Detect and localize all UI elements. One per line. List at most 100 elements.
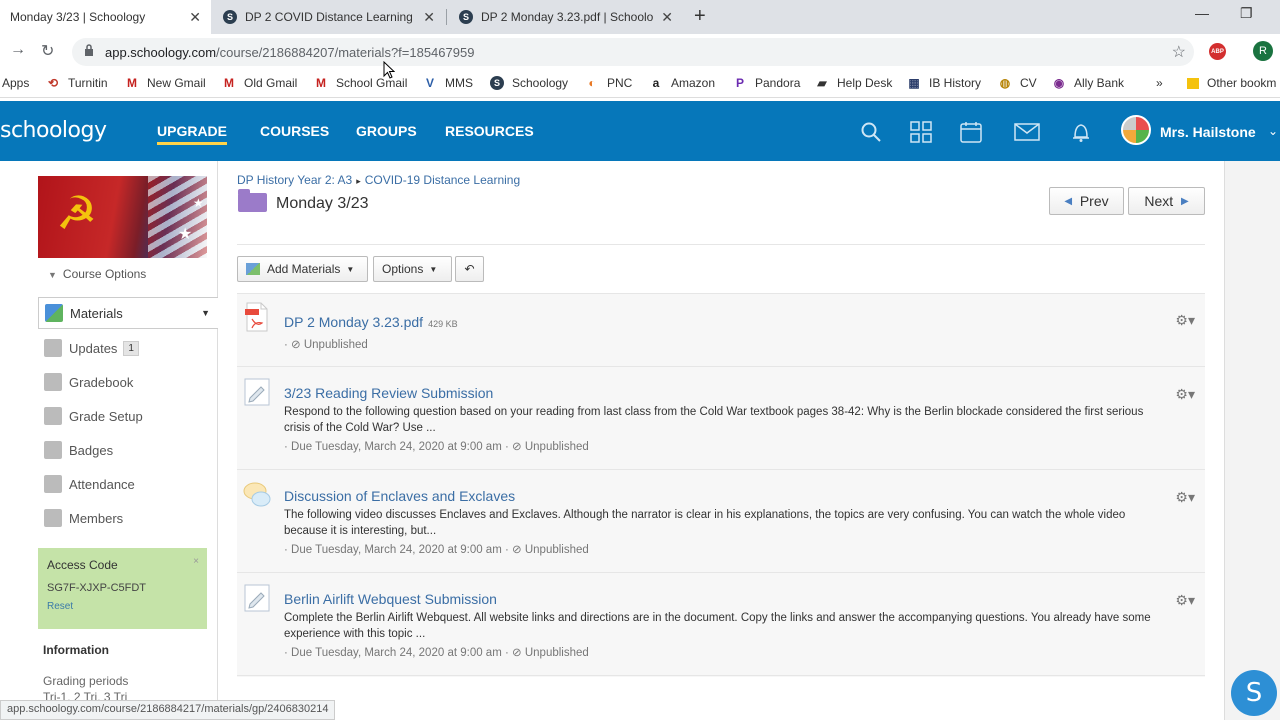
sidebar-item-updates[interactable]: Updates 1	[38, 331, 218, 365]
next-button[interactable]: Next ▶	[1128, 187, 1205, 215]
options-button[interactable]: Options ▼	[373, 256, 452, 282]
breadcrumb-folder-link[interactable]: COVID-19 Distance Learning	[365, 173, 520, 187]
undo-button[interactable]: ↶	[455, 256, 484, 282]
access-code-reset-link[interactable]: Reset	[47, 601, 198, 612]
user-name[interactable]: Mrs. Hailstone	[1160, 124, 1256, 140]
bookmark-new-gmail[interactable]: M New Gmail	[125, 76, 206, 90]
reload-icon[interactable]: ↻	[41, 41, 54, 61]
list-item[interactable]: DP 2 Monday 3.23.pdf 429 KB · ⊘ Unpublish…	[237, 294, 1205, 367]
add-materials-button[interactable]: Add Materials ▼	[237, 256, 368, 282]
gear-icon[interactable]: ⚙▾	[1175, 312, 1195, 329]
adblock-extension-icon[interactable]: ABP	[1209, 43, 1226, 60]
close-icon[interactable]: ×	[193, 556, 199, 567]
bookmark-label: Pandora	[755, 76, 801, 90]
sidebar-item-label: Materials	[70, 305, 123, 321]
nav-upgrade[interactable]: UPGRADE	[157, 123, 228, 145]
sidebar-item-label: Members	[69, 510, 124, 526]
minimize-icon[interactable]: —	[1195, 5, 1209, 21]
material-title-link[interactable]: 3/23 Reading Review Submission	[284, 385, 493, 401]
sidebar-item-gradebook[interactable]: Gradebook	[38, 365, 218, 399]
nav-courses[interactable]: COURSES	[260, 123, 329, 139]
gear-icon[interactable]: ⚙▾	[1175, 592, 1195, 609]
bookmark-label: Schoology	[512, 76, 569, 90]
bookmark-label: Amazon	[671, 76, 716, 90]
close-tab-icon[interactable]: ✕	[661, 9, 673, 26]
close-tab-icon[interactable]: ✕	[423, 9, 435, 26]
tab-covid-distance-learning[interactable]: S DP 2 COVID Distance Learning Ir ✕	[213, 0, 445, 34]
sidebar-item-badges[interactable]: Badges	[38, 433, 218, 467]
sidebar-item-members[interactable]: Members	[38, 501, 218, 535]
material-title-link[interactable]: Discussion of Enclaves and Exclaves	[284, 488, 515, 504]
sidebar-item-materials[interactable]: Materials ▼	[38, 297, 218, 329]
calendar-icon[interactable]	[960, 121, 982, 143]
assignment-icon	[244, 378, 270, 406]
bookmark-ib-history[interactable]: ▦ IB History	[907, 76, 981, 90]
list-item[interactable]: Discussion of Enclaves and Exclaves The …	[237, 470, 1205, 573]
address-bar[interactable]: app.schoology.com/course/2186884207/mate…	[72, 38, 1194, 66]
nav-resources[interactable]: RESOURCES	[445, 123, 534, 139]
user-avatar[interactable]	[1121, 115, 1151, 145]
course-options-menu[interactable]: ▼ Course Options	[48, 267, 146, 281]
nav-groups[interactable]: GROUPS	[356, 123, 417, 139]
sidebar-item-attendance[interactable]: Attendance	[38, 467, 218, 501]
notification-bell-icon[interactable]	[1070, 121, 1092, 143]
tab-title: DP 2 Monday 3.23.pdf | Schoolog	[481, 10, 654, 24]
bookmarks-overflow-icon[interactable]: »	[1156, 76, 1163, 90]
bookmark-star-icon[interactable]: ☆	[1172, 42, 1186, 62]
url-text[interactable]: app.schoology.com/course/2186884207/mate…	[105, 45, 474, 60]
material-meta: · Due Tuesday, March 24, 2020 at 9:00 am…	[284, 441, 589, 453]
sidebar-item-grade-setup[interactable]: Grade Setup	[38, 399, 218, 433]
bookmark-label: Apps	[2, 76, 30, 90]
new-tab-plus-icon[interactable]: +	[694, 5, 706, 28]
tab-monday-323[interactable]: Monday 3/23 | Schoology ✕	[0, 0, 211, 34]
bookmark-apps[interactable]: Apps	[2, 76, 29, 90]
gear-icon[interactable]: ⚙▾	[1175, 386, 1195, 403]
grade-setup-icon	[44, 407, 62, 425]
bookmarks-bar: Apps ⟲ Turnitin M New Gmail M Old Gmail M Sc…	[0, 68, 1280, 98]
search-icon[interactable]	[860, 121, 882, 143]
material-title-link[interactable]: Berlin Airlift Webquest Submission	[284, 591, 497, 607]
mail-icon[interactable]	[1014, 121, 1040, 143]
caret-down-icon[interactable]: ▼	[201, 308, 210, 318]
gear-icon[interactable]: ⚙▾	[1175, 489, 1195, 506]
bookmark-old-gmail[interactable]: M Old Gmail	[222, 76, 297, 90]
user-menu-chevron-down-icon[interactable]: ⌄	[1268, 124, 1278, 138]
schoology-favicon-icon: S	[459, 10, 473, 24]
mms-icon: V	[425, 76, 434, 90]
material-title-link[interactable]: DP 2 Monday 3.23.pdf 429 KB	[284, 314, 458, 330]
bookmark-turnitin[interactable]: ⟲ Turnitin	[46, 76, 108, 90]
back-arrow-icon[interactable]: →	[10, 41, 26, 59]
bookmark-other[interactable]: Other bookm	[1187, 76, 1276, 90]
page-title: Monday 3/23	[276, 195, 369, 212]
bookmark-amazon[interactable]: a Amazon	[649, 76, 715, 90]
profile-avatar[interactable]: R	[1253, 41, 1273, 61]
folder-icon	[1187, 77, 1199, 89]
list-item[interactable]: 3/23 Reading Review Submission Respond t…	[237, 367, 1205, 470]
breadcrumb-course-link[interactable]: DP History Year 2: A3	[237, 173, 352, 187]
bookmark-help-desk[interactable]: ▰ Help Desk	[815, 76, 892, 90]
apps-grid-icon[interactable]	[910, 121, 932, 143]
help-chat-button[interactable]: S	[1231, 670, 1277, 716]
bookmark-cv[interactable]: ◍ CV	[998, 76, 1037, 90]
members-icon	[44, 509, 62, 527]
bookmark-pnc[interactable]: ◐ PNC	[585, 76, 632, 90]
grading-periods-label: Grading periods	[43, 674, 129, 688]
schoology-logo[interactable]: schoology	[0, 118, 107, 143]
right-triangle-icon: ▶	[1180, 195, 1189, 207]
materials-list: DP 2 Monday 3.23.pdf 429 KB · ⊘ Unpublish…	[237, 293, 1205, 677]
list-item[interactable]: Berlin Airlift Webquest Submission Compl…	[237, 573, 1205, 676]
course-image: ☭ ★ ★	[38, 176, 207, 258]
restore-icon[interactable]: ❐	[1240, 5, 1253, 22]
bookmark-mms[interactable]: V MMS	[423, 76, 473, 90]
bookmark-ally-bank[interactable]: ◉ Ally Bank	[1052, 76, 1124, 90]
prev-button[interactable]: ◀ Prev	[1049, 187, 1124, 215]
mouse-cursor-icon	[383, 61, 395, 79]
caret-down-icon: ▼	[346, 264, 355, 274]
sidebar-item-label: Gradebook	[69, 374, 134, 390]
access-code-box: Access Code SG7F-XJXP-C5FDT Reset ×	[38, 548, 207, 629]
tab-dp2-monday-pdf[interactable]: S DP 2 Monday 3.23.pdf | Schoolog ✕	[449, 0, 683, 34]
pdf-file-icon	[245, 302, 268, 332]
bookmark-pandora[interactable]: P Pandora	[733, 76, 800, 90]
bookmark-schoology[interactable]: S Schoology	[490, 76, 568, 90]
close-tab-icon[interactable]: ✕	[189, 9, 201, 26]
